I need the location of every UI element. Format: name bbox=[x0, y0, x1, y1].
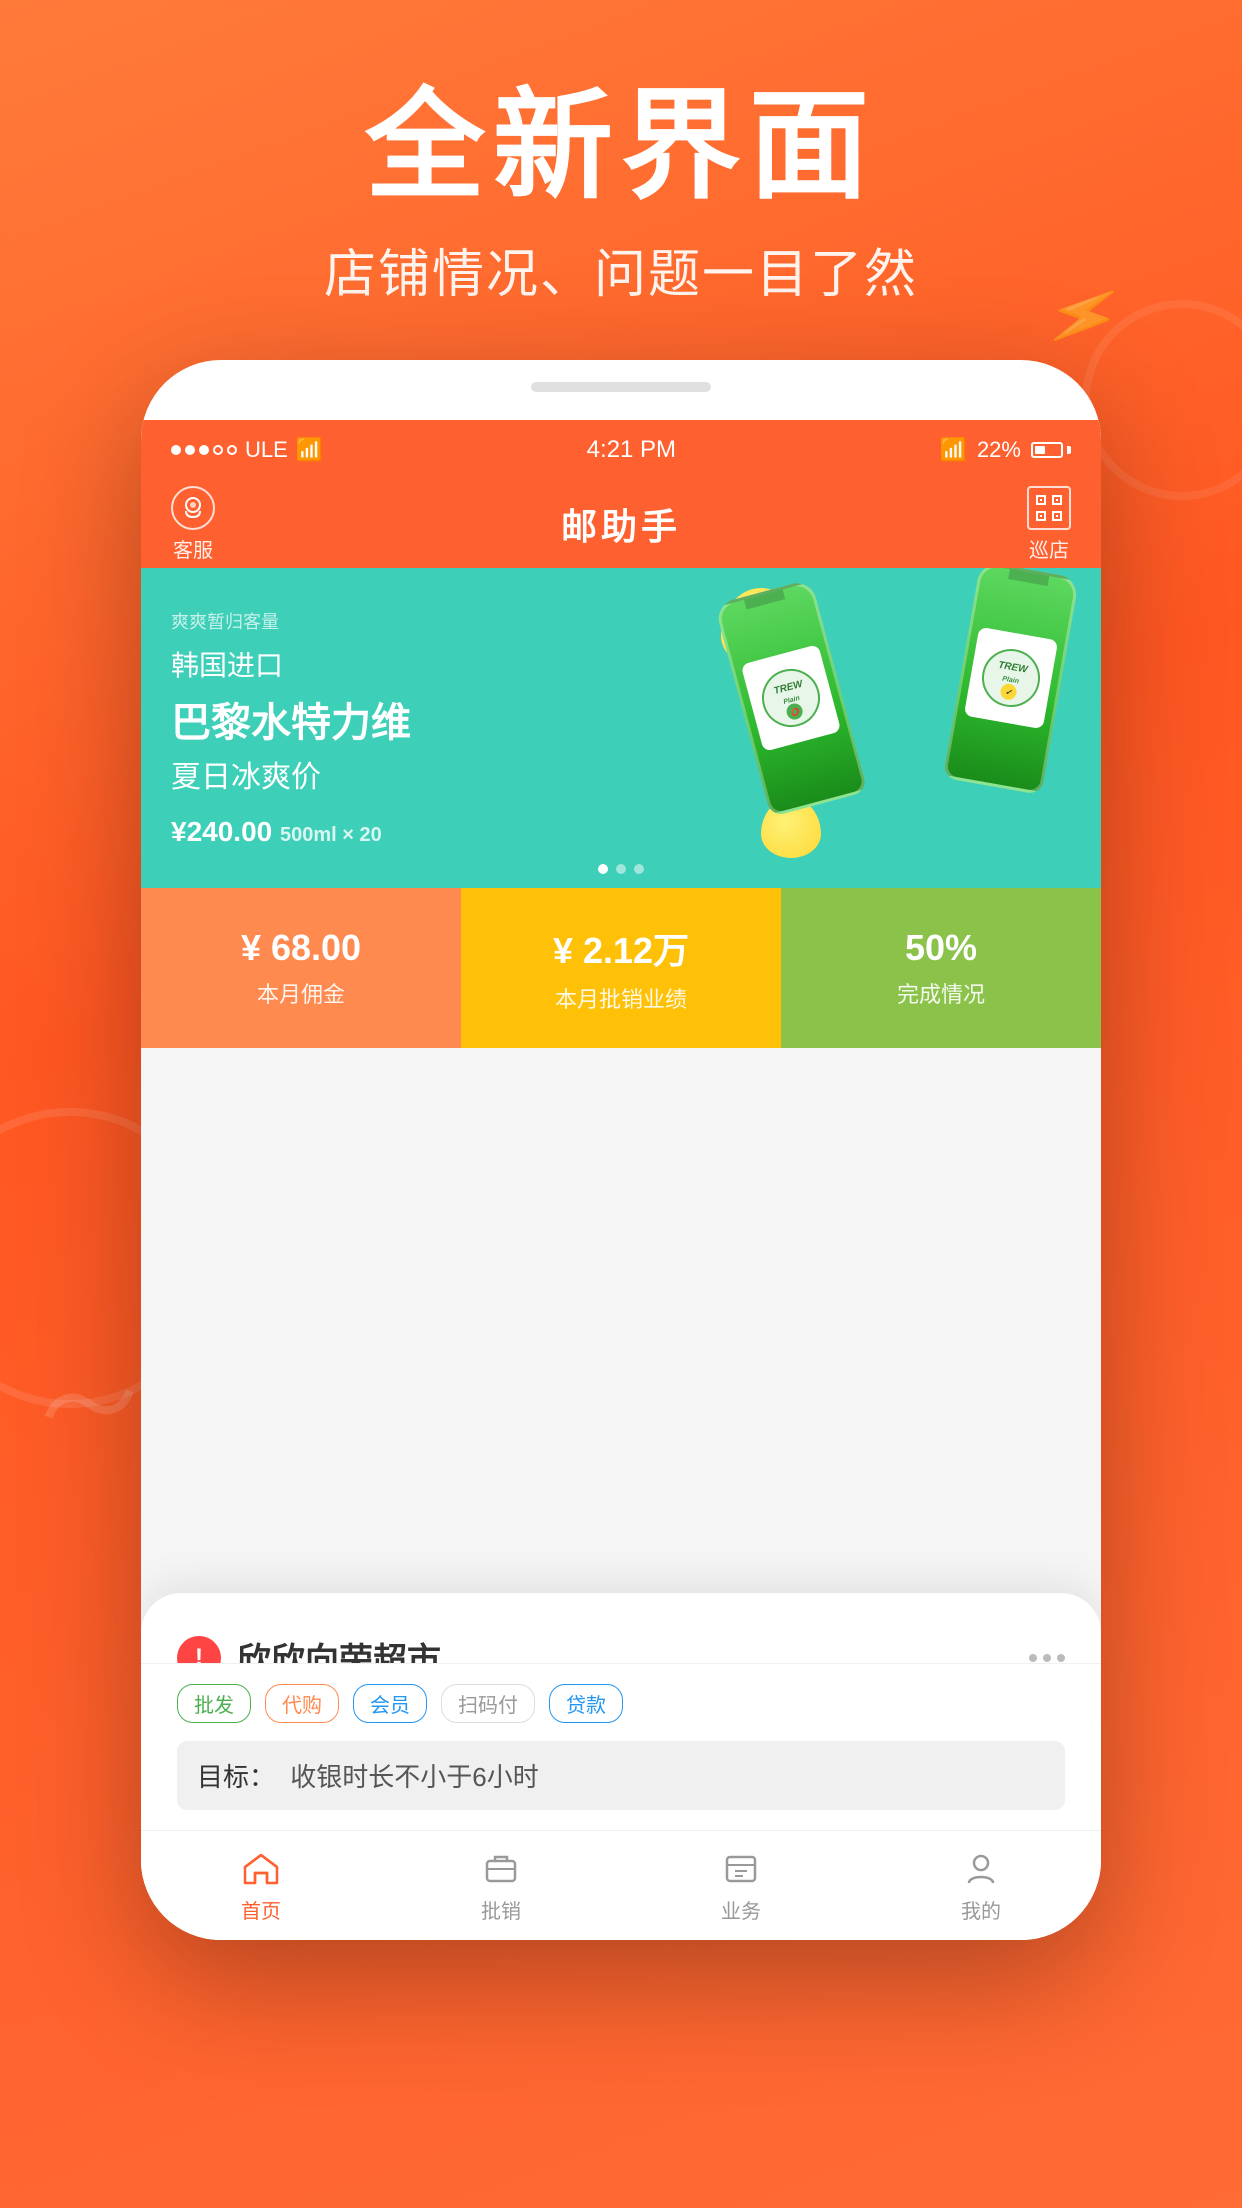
banner-dot-1 bbox=[598, 864, 608, 874]
header-area: 全新界面 店铺情况、问题一目了然 bbox=[0, 80, 1242, 307]
nav-profile-label: 我的 bbox=[961, 1895, 1001, 1924]
status-left: ULE 📶 bbox=[171, 437, 323, 463]
main-title: 全新界面 bbox=[0, 80, 1242, 212]
nav-profile[interactable]: 我的 bbox=[861, 1847, 1101, 1924]
stat-commission: ¥ 68.00 本月佣金 bbox=[141, 888, 461, 1048]
carrier-label: ULE bbox=[245, 437, 288, 463]
more-dot-3 bbox=[1057, 1654, 1065, 1662]
profile-icon bbox=[959, 1847, 1003, 1891]
customer-service-label: 客服 bbox=[173, 534, 213, 563]
nav-wholesale[interactable]: 批销 bbox=[381, 1847, 621, 1924]
stat-commission-value: ¥ 68.00 bbox=[241, 927, 361, 969]
banner-dots bbox=[598, 864, 644, 874]
more-dot-2 bbox=[1043, 1654, 1051, 1662]
bluetooth-icon: 📶 bbox=[940, 437, 967, 463]
wholesale-icon bbox=[479, 1847, 523, 1891]
stat-completion: 50% 完成情况 bbox=[781, 888, 1101, 1048]
second-tag-wholesale: 批发 bbox=[177, 1684, 251, 1723]
banner-product-name: 巴黎水特力维 bbox=[171, 690, 1071, 748]
stat-commission-label: 本月佣金 bbox=[257, 977, 345, 1009]
status-time: 4:21 PM bbox=[587, 436, 676, 464]
banner-intro: 韩国进口 bbox=[171, 644, 1071, 684]
signal-dots bbox=[171, 445, 237, 455]
scan-store-button[interactable]: 巡店 bbox=[1027, 486, 1071, 563]
more-options-button[interactable] bbox=[1029, 1654, 1065, 1662]
battery-body bbox=[1031, 442, 1063, 458]
customer-service-button[interactable]: 客服 bbox=[171, 486, 215, 563]
banner-area: 爽爽暂归客量 韩国进口 巴黎水特力维 夏日冰爽价 ¥240.00 500ml ×… bbox=[141, 568, 1101, 888]
sub-title: 店铺情况、问题一目了然 bbox=[0, 232, 1242, 307]
goal-content: 收银时长不小于6小时 bbox=[290, 1762, 538, 1792]
phone-notch bbox=[531, 382, 711, 392]
second-tag-member: 会员 bbox=[353, 1684, 427, 1723]
nav-wholesale-label: 批销 bbox=[481, 1895, 521, 1924]
banner-dot-2 bbox=[616, 864, 626, 874]
home-icon bbox=[239, 1847, 283, 1891]
second-tag-purchasing: 代购 bbox=[265, 1684, 339, 1723]
goal-label: 目标： bbox=[197, 1762, 275, 1792]
nav-home-label: 首页 bbox=[241, 1895, 281, 1924]
app-title: 邮助手 bbox=[561, 498, 681, 550]
bottom-nav: 首页 批销 bbox=[141, 1830, 1101, 1940]
banner-price-detail: 500ml × 20 bbox=[280, 824, 382, 846]
nav-business-label: 业务 bbox=[721, 1895, 761, 1924]
goal-text: 目标： 收银时长不小于6小时 bbox=[177, 1741, 1065, 1810]
signal-dot-2 bbox=[185, 445, 195, 455]
stat-sales-label: 本月批销业绩 bbox=[555, 982, 687, 1014]
banner-dot-3 bbox=[634, 864, 644, 874]
stat-sales: ¥ 2.12万 本月批销业绩 bbox=[461, 888, 781, 1048]
signal-dot-1 bbox=[171, 445, 181, 455]
banner-left: 爽爽暂归客量 韩国进口 巴黎水特力维 夏日冰爽价 ¥240.00 500ml ×… bbox=[171, 608, 1071, 848]
second-tags-row: 批发 代购 会员 扫码付 贷款 bbox=[177, 1684, 1065, 1723]
wifi-icon: 📶 bbox=[296, 437, 323, 463]
signal-dot-5 bbox=[227, 445, 237, 455]
stat-completion-label: 完成情况 bbox=[897, 977, 985, 1009]
signal-dot-4 bbox=[213, 445, 223, 455]
scan-store-label: 巡店 bbox=[1029, 534, 1069, 563]
nav-home[interactable]: 首页 bbox=[141, 1847, 381, 1924]
more-dot-1 bbox=[1029, 1654, 1037, 1662]
second-card-area: 批发 代购 会员 扫码付 贷款 目标： 收银时长不小于6小时 bbox=[141, 1663, 1101, 1830]
phone-mockup: ULE 📶 4:21 PM 📶 22% bbox=[141, 360, 1101, 1940]
banner-price: ¥240.00 500ml × 20 bbox=[171, 816, 1071, 848]
stats-row: ¥ 68.00 本月佣金 ¥ 2.12万 本月批销业绩 50% 完成情况 bbox=[141, 888, 1101, 1048]
scan-icon bbox=[1027, 486, 1071, 530]
battery-percent: 22% bbox=[977, 437, 1021, 463]
banner-small-text: 爽爽暂归客量 bbox=[171, 608, 1071, 634]
second-tag-scan: 扫码付 bbox=[441, 1684, 535, 1723]
app-header: 客服 邮助手 巡店 bbox=[141, 480, 1101, 568]
phone-screen: ULE 📶 4:21 PM 📶 22% bbox=[141, 420, 1101, 1940]
battery-icon bbox=[1031, 442, 1071, 458]
nav-business[interactable]: 业务 bbox=[621, 1847, 861, 1924]
banner-tagline: 夏日冰爽价 bbox=[171, 752, 1071, 796]
business-icon bbox=[719, 1847, 763, 1891]
battery-tip bbox=[1067, 446, 1071, 454]
signal-dot-3 bbox=[199, 445, 209, 455]
stat-sales-value: ¥ 2.12万 bbox=[553, 922, 689, 974]
battery-fill bbox=[1035, 446, 1045, 454]
second-tag-loan: 贷款 bbox=[549, 1684, 623, 1723]
stat-completion-value: 50% bbox=[905, 927, 977, 969]
customer-service-icon bbox=[171, 486, 215, 530]
status-right: 📶 22% bbox=[940, 437, 1071, 463]
status-bar: ULE 📶 4:21 PM 📶 22% bbox=[141, 420, 1101, 480]
